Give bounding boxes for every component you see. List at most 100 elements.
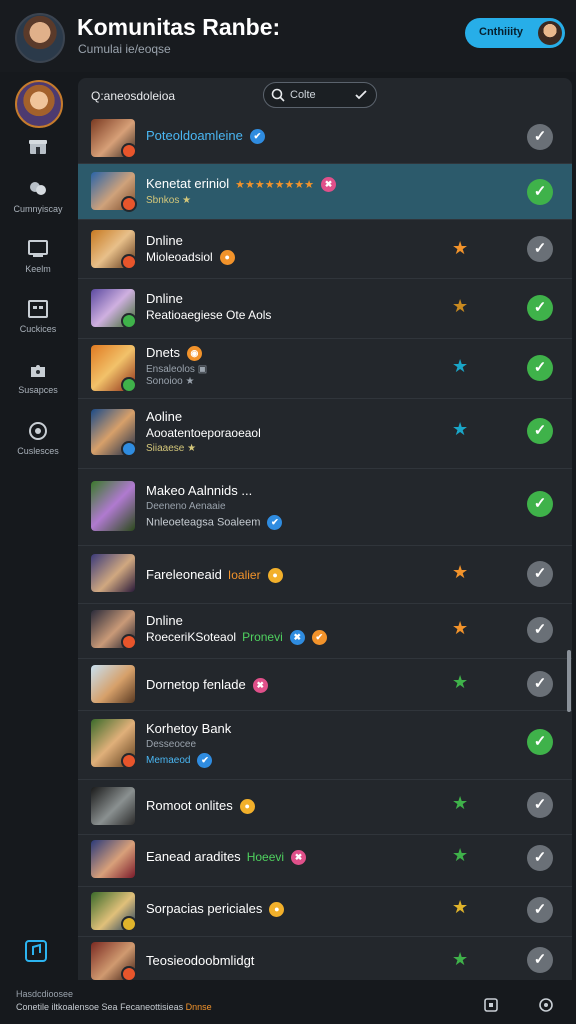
game-thumbnail <box>91 787 135 825</box>
list-item[interactable]: Dnline Mioleoadsiol ● ★ ✓ <box>78 220 572 279</box>
favorite-star-icon[interactable]: ★ <box>452 356 468 377</box>
status-dot <box>121 634 137 650</box>
item-title: Dnline <box>146 613 183 628</box>
sidebar-item-label: Keelm <box>25 264 51 274</box>
footer-highlight[interactable]: Dnnse <box>186 1002 212 1012</box>
sidebar-item-media[interactable]: Keelm <box>0 238 76 274</box>
footer-heading: Hasdcdioosee <box>16 989 74 999</box>
list-item[interactable]: Romoot onlites ● ★ ✓ <box>78 780 572 835</box>
select-checkbox[interactable]: ✓ <box>527 491 553 517</box>
list-item[interactable]: Dnline Reatioaegiese Ote Aols ★ ✓ <box>78 279 572 339</box>
select-checkbox[interactable]: ✓ <box>527 671 553 697</box>
badge-icon: ✖ <box>289 630 305 646</box>
sidebar-item-community[interactable]: Cumnyiscay <box>0 178 76 214</box>
select-checkbox[interactable]: ✓ <box>527 561 553 587</box>
select-checkbox[interactable]: ✓ <box>527 418 553 444</box>
select-checkbox[interactable]: ✓ <box>527 236 553 262</box>
panel-title: Q:aneosdoleioa <box>91 89 176 103</box>
puzzle-icon <box>31 365 45 377</box>
page-title: Komunitas Ranbe: <box>77 14 281 40</box>
select-checkbox[interactable]: ✓ <box>527 947 553 973</box>
favorite-star-icon[interactable]: ★ <box>452 618 468 639</box>
list-item[interactable]: Teosieodoobmlidgt ★ ✓ <box>78 937 572 980</box>
checkmark-icon[interactable] <box>354 88 368 102</box>
game-thumbnail <box>91 610 137 650</box>
profile-avatar[interactable] <box>15 13 65 63</box>
item-meta: Siiaaese ★ <box>146 443 197 454</box>
list-item-selected[interactable]: Kenetat eriniol ★★★★★★★★ ✖ Sbnkos ★ ✓ <box>78 164 572 220</box>
sidebar-avatar[interactable] <box>15 80 63 128</box>
list-item[interactable]: Poteoldoamleine ✔ ✓ <box>78 114 572 164</box>
list-item[interactable]: Makeo Aalnnids ... Deeneno Aenaaie Nnleo… <box>78 469 572 546</box>
favorite-star-icon[interactable]: ★ <box>452 296 468 317</box>
game-thumbnail <box>91 840 135 878</box>
footer-line: Conetile iltkoalensoe Sea Fecaneottisiea… <box>16 1002 184 1012</box>
list-item[interactable]: Korhetoy Bank Desseocee Memaeod ✔ ✓ <box>78 711 572 780</box>
select-checkbox[interactable]: ✓ <box>527 897 553 923</box>
item-title: Dnline <box>146 291 183 306</box>
list-item[interactable]: Dnline RoeceriKSoteaol Pronevi ✖ ✔ ★ ✓ <box>78 604 572 659</box>
search-input[interactable]: Colte <box>263 82 377 108</box>
select-checkbox[interactable]: ✓ <box>527 729 553 755</box>
list-item[interactable]: Dornetop fenlade ✖ ★ ✓ <box>78 659 572 711</box>
game-thumbnail <box>91 345 137 393</box>
select-checkbox[interactable]: ✓ <box>527 845 553 871</box>
select-checkbox[interactable]: ✓ <box>527 179 553 205</box>
select-checkbox[interactable]: ✓ <box>527 124 553 150</box>
search-icon <box>271 88 285 102</box>
status-dot <box>121 313 137 329</box>
app-header: Komunitas Ranbe: Cumulai ie/eoqse Cnthii… <box>0 0 576 72</box>
select-checkbox[interactable]: ✓ <box>527 355 553 381</box>
list-item[interactable]: Eanead aradites Hoeevi ✖ ★ ✓ <box>78 835 572 887</box>
game-thumbnail <box>91 719 137 769</box>
select-checkbox[interactable]: ✓ <box>527 295 553 321</box>
item-tag: Pronevi <box>242 630 283 644</box>
community-button[interactable]: Cnthiiity <box>465 18 565 48</box>
user-avatar <box>538 21 562 45</box>
sidebar-item-label: Cumnyiscay <box>13 204 63 214</box>
sidebar-item-puzzle[interactable]: Susapces <box>0 359 76 395</box>
favorite-star-icon[interactable]: ★ <box>452 672 468 693</box>
badge-icon: ◉ <box>186 346 202 362</box>
favorite-star-icon[interactable]: ★ <box>452 562 468 583</box>
item-title: Dnets <box>146 345 180 360</box>
badge-icon: ● <box>239 799 255 815</box>
favorite-star-icon[interactable]: ★ <box>452 949 468 970</box>
settings-icon[interactable] <box>538 997 554 1013</box>
media-icon <box>28 240 48 257</box>
music-icon[interactable] <box>25 940 47 962</box>
favorite-star-icon[interactable]: ★ <box>452 897 468 918</box>
item-title: Poteoldoamleine <box>146 128 243 143</box>
favorite-star-icon[interactable]: ★ <box>452 793 468 814</box>
game-thumbnail <box>91 665 135 703</box>
item-title: Korhetoy Bank <box>146 721 232 736</box>
badge-icon: ● <box>269 902 285 918</box>
select-checkbox[interactable]: ✓ <box>527 792 553 818</box>
game-thumbnail <box>91 119 137 159</box>
list-item[interactable]: Aoline Aooatentoeporaoeaol Siiaaese ★ ★ … <box>78 399 572 469</box>
scrollbar[interactable] <box>567 650 571 712</box>
item-subtitle: Reatioaegiese Ote Aols <box>146 308 272 322</box>
status-dot <box>121 441 137 457</box>
favorite-star-icon[interactable]: ★ <box>452 845 468 866</box>
sidebar-item-support[interactable]: Cuslesces <box>0 420 76 456</box>
game-thumbnail <box>91 409 137 457</box>
search-value: Colte <box>290 89 316 101</box>
share-icon[interactable] <box>483 997 499 1013</box>
favorite-star-icon[interactable]: ★ <box>452 419 468 440</box>
select-checkbox[interactable]: ✓ <box>527 617 553 643</box>
favorite-star-icon[interactable]: ★ <box>452 238 468 259</box>
list-item[interactable]: Sorpacias periciales ● ★ ✓ <box>78 887 572 937</box>
item-title: Aoline <box>146 409 183 424</box>
sidebar-item-store[interactable] <box>0 136 76 158</box>
sidebar-item-label: Cuckices <box>19 324 57 334</box>
calendar-icon <box>28 300 48 318</box>
footer-text: Conetile iltkoalensoe Sea Fecaneottisiea… <box>16 1002 212 1012</box>
status-dot <box>121 966 137 980</box>
list-item[interactable]: Dnets ◉ Ensaleolos ▣ Sonoioo ★ ★ ✓ <box>78 339 572 399</box>
game-thumbnail <box>91 230 137 270</box>
list-item[interactable]: Fareleoneaid Ioalier ● ★ ✓ <box>78 546 572 604</box>
game-thumbnail <box>91 172 137 212</box>
sidebar-item-calendar[interactable]: Cuckices <box>0 298 76 334</box>
close-icon: ✖ <box>252 678 268 694</box>
